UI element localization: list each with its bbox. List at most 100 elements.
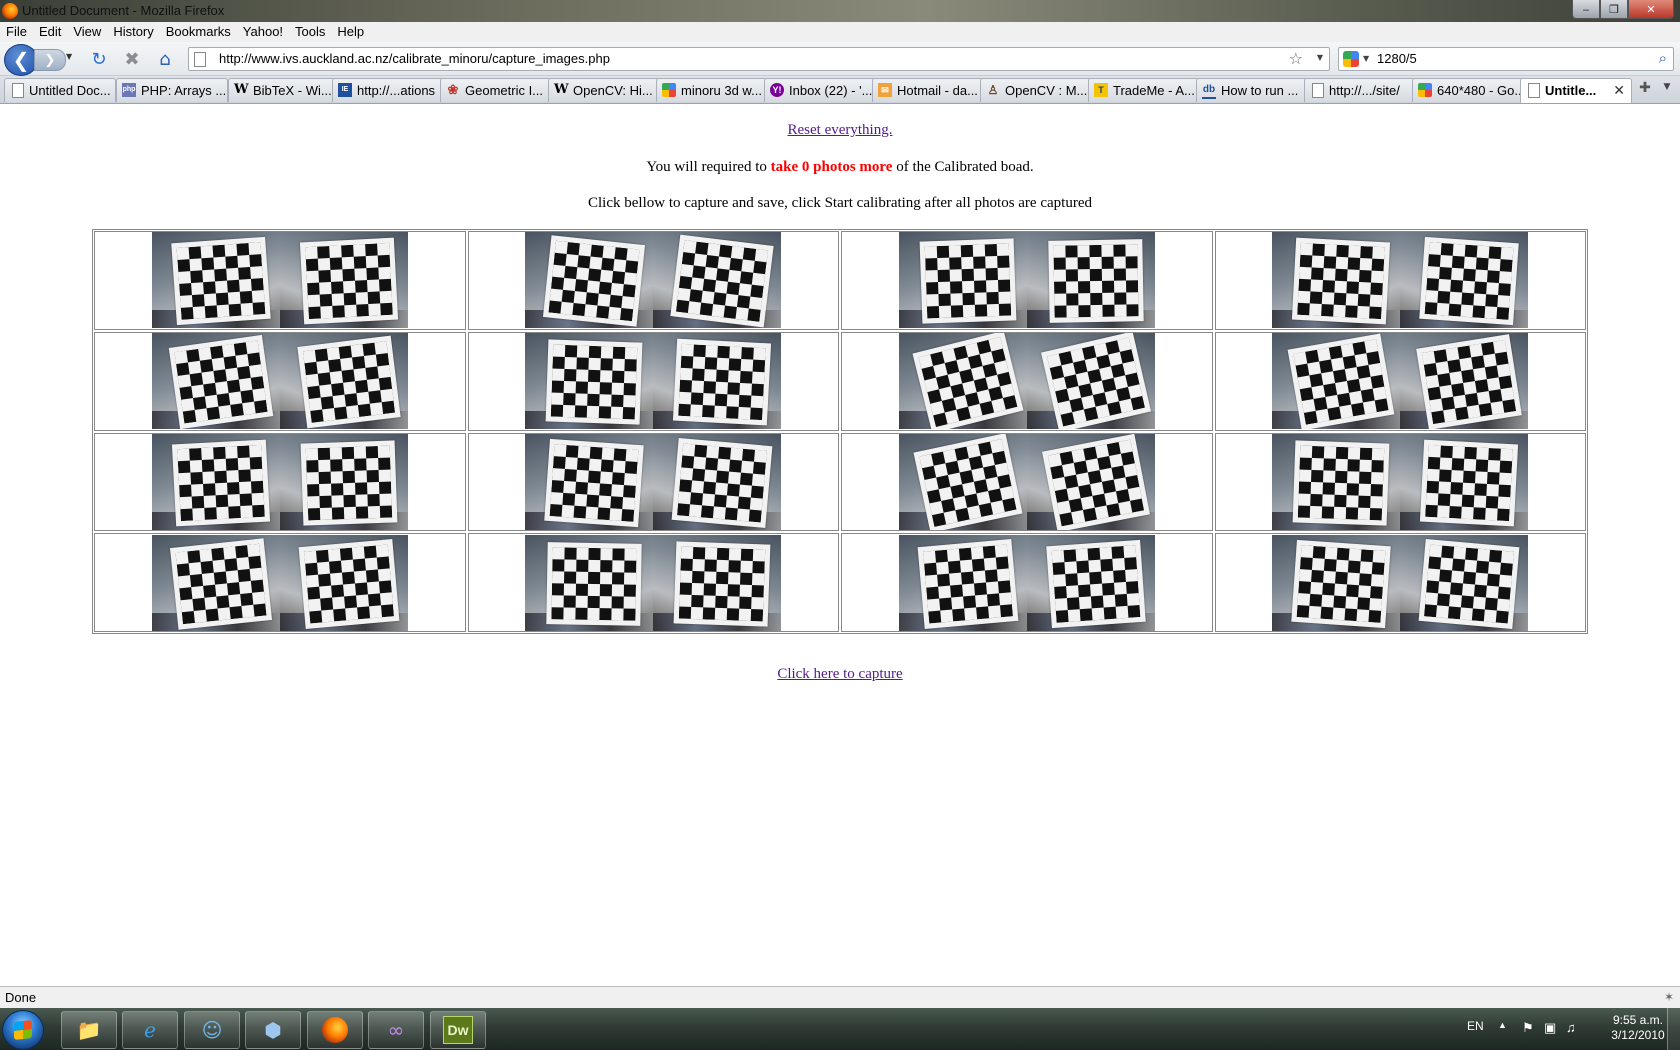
calibration-board (299, 237, 398, 325)
calibration-board (1040, 333, 1151, 430)
tab-bibtex[interactable]: W BibTeX - Wi... (228, 78, 340, 102)
photo-cell (467, 432, 839, 532)
checkerboard-photo-right (1400, 232, 1529, 329)
page-content: Reset everything. You will required to t… (0, 104, 1680, 986)
ieee-icon: IE (338, 83, 352, 97)
photo-cell (841, 331, 1213, 431)
forward-button[interactable]: ❯ (34, 49, 66, 71)
tab-hotmail[interactable]: ✉ Hotmail - da... (872, 78, 984, 102)
start-button[interactable] (2, 1010, 44, 1050)
language-indicator[interactable]: EN (1467, 1019, 1484, 1033)
back-button[interactable]: ❮ (4, 44, 38, 76)
menu-tools[interactable]: Tools (289, 22, 331, 42)
tab-640-480[interactable]: 640*480 - Go... (1412, 78, 1524, 102)
show-hidden-icons-icon[interactable]: ▲ (1498, 1020, 1507, 1030)
tab-untitled-doc[interactable]: Untitled Doc... (4, 78, 116, 102)
restore-button[interactable]: ❐ (1600, 0, 1628, 19)
checkerboard-photo-right (653, 333, 782, 430)
tab-label: Inbox (22) - '... (789, 83, 873, 98)
show-desktop-button[interactable] (1667, 1008, 1680, 1050)
checkerboard-photo-left (1272, 232, 1401, 329)
stereo-photo-pair (1272, 534, 1529, 631)
network-icon[interactable]: ▣ (1544, 1020, 1556, 1036)
calibration-board (919, 238, 1017, 324)
firefox-taskbar-button[interactable] (307, 1011, 363, 1049)
close-tab-icon[interactable]: ✕ (1613, 82, 1625, 99)
checkerboard-pattern (924, 243, 1011, 319)
doc-icon (12, 83, 24, 98)
checkerboard-photo-left (1272, 433, 1401, 530)
tab-opencv-m[interactable]: ♙ OpenCV : M... (980, 78, 1092, 102)
tab-label: PHP: Arrays ... (141, 83, 227, 98)
calibration-board (1292, 440, 1390, 526)
photo-cell (94, 231, 466, 330)
menu-edit[interactable]: Edit (33, 22, 67, 42)
tab-minoru[interactable]: minoru 3d w... (656, 78, 768, 102)
checkerboard-photo-left (151, 232, 280, 329)
checkerboard-pattern (1298, 445, 1385, 521)
ie-taskbar-button[interactable]: ℯ (122, 1011, 178, 1049)
tab-site[interactable]: http://.../site/ (1304, 78, 1416, 102)
stereo-photo-pair (898, 534, 1155, 631)
url-input[interactable]: http://www.ivs.auckland.ac.nz/calibrate_… (219, 51, 610, 66)
tab-bar: Untitled Doc... php PHP: Arrays ... W BibT… (0, 76, 1680, 104)
reset-everything-link[interactable]: Reset everything. (788, 122, 893, 138)
checkerboard-pattern (677, 443, 768, 523)
google-icon (662, 83, 676, 97)
stereo-photo-pair (1272, 232, 1529, 329)
menu-yahoo[interactable]: Yahoo! (237, 22, 289, 42)
resize-grip-icon[interactable]: ✶ (1664, 990, 1674, 1004)
stop-icon[interactable]: ✖ (121, 48, 143, 70)
clock[interactable]: 9:55 a.m. 3/12/2010 (1598, 1013, 1678, 1043)
calibration-board (543, 235, 646, 328)
status-bar: Done ✶ (0, 986, 1680, 1009)
url-bar[interactable]: http://www.ivs.auckland.ac.nz/calibrate_… (188, 47, 1330, 71)
cube-taskbar-button[interactable]: ⬢ (245, 1011, 301, 1049)
stereo-photo-pair (1272, 333, 1529, 430)
google-icon (1418, 83, 1432, 97)
instruction-text: Click bellow to capture and save, click … (588, 195, 1092, 211)
tab-how-to-run[interactable]: db How to run ... (1196, 78, 1308, 102)
history-dropdown-icon[interactable]: ▼ (66, 52, 72, 61)
dreamweaver-taskbar-button[interactable]: Dw (430, 1011, 486, 1049)
tab-php-arrays[interactable]: php PHP: Arrays ... (116, 78, 228, 102)
tab-opencv-wiki[interactable]: W OpenCV: Hi... (548, 78, 660, 102)
capture-line: Click here to capture (0, 666, 1680, 683)
calibration-board (300, 440, 398, 526)
tab-label: How to run ... (1221, 83, 1299, 98)
close-window-button[interactable]: ✕ (1628, 0, 1674, 19)
action-center-flag-icon[interactable]: ⚑ (1522, 1020, 1534, 1036)
explorer-taskbar-button[interactable]: 📁 (61, 1011, 117, 1049)
menu-bookmarks[interactable]: Bookmarks (160, 22, 237, 42)
visual-studio-taskbar-button[interactable]: ∞ (368, 1011, 424, 1049)
reload-icon[interactable]: ↻ (88, 48, 110, 70)
search-icon[interactable]: ⌕ (1659, 49, 1667, 67)
minimize-button[interactable]: ‒ (1572, 0, 1600, 19)
tab-ieee[interactable]: IE http://...ations (332, 78, 444, 102)
tab-list-icon[interactable]: ▼ (1658, 82, 1676, 100)
menu-file[interactable]: File (0, 22, 33, 42)
checkerboard-pattern (679, 546, 766, 622)
tab-geometric[interactable]: ❀ Geometric I... (440, 78, 552, 102)
menu-view[interactable]: View (67, 22, 107, 42)
menu-history[interactable]: History (107, 22, 159, 42)
tab-untitled-active[interactable]: Untitle... ✕ (1520, 78, 1632, 103)
volume-icon[interactable]: ♫ (1566, 1020, 1576, 1035)
search-input[interactable]: 1280/5 (1377, 51, 1417, 66)
url-dropdown-icon[interactable]: ▼ (1317, 53, 1323, 62)
visual-studio-icon: ∞ (387, 1018, 405, 1042)
users-taskbar-button[interactable]: ☺ (184, 1011, 240, 1049)
bookmark-star-icon[interactable]: ☆ (1289, 49, 1303, 68)
checkerboard-photo-right (1026, 232, 1155, 329)
search-bar[interactable]: ▼ 1280/5 ⌕ (1338, 47, 1674, 71)
tab-trademe[interactable]: T TradeMe - A... (1088, 78, 1200, 102)
search-engine-dropdown-icon[interactable]: ▼ (1363, 54, 1369, 63)
capture-link[interactable]: Click here to capture (777, 666, 902, 682)
cube-icon: ⬢ (264, 1018, 282, 1042)
photo-cell (94, 331, 466, 431)
menu-help[interactable]: Help (331, 22, 370, 42)
home-icon[interactable]: ⌂ (154, 48, 176, 70)
google-search-engine-icon[interactable] (1343, 51, 1359, 67)
new-tab-button[interactable]: ✚ (1634, 80, 1656, 100)
tab-yahoo-inbox[interactable]: Y! Inbox (22) - '... (764, 78, 876, 102)
